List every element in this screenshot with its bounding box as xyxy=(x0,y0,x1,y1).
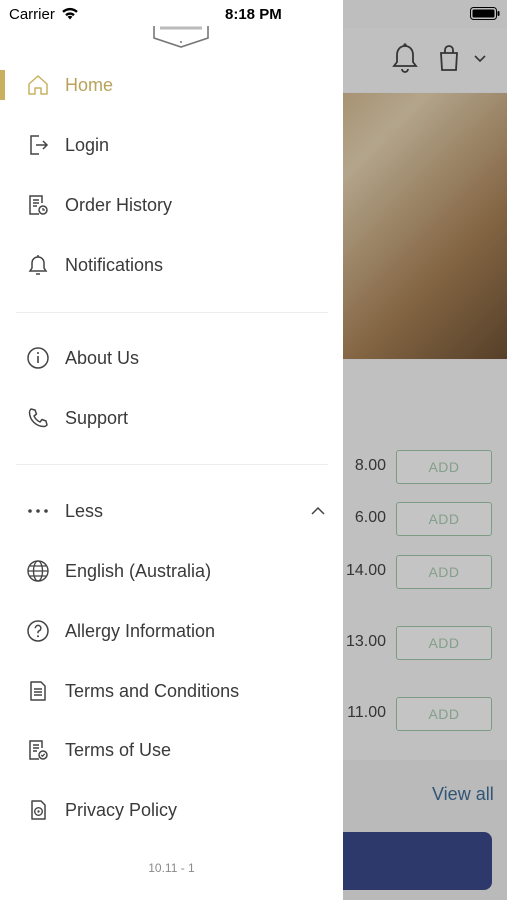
menu-item-home[interactable]: Home xyxy=(0,59,343,111)
order-history-icon xyxy=(25,192,51,218)
menu-item-notifications[interactable]: Notifications xyxy=(0,239,343,291)
menu-label: Home xyxy=(65,74,114,95)
bell-icon xyxy=(25,252,51,278)
menu-item-allergy[interactable]: Allergy Information xyxy=(0,605,343,657)
menu-item-about-us[interactable]: About Us xyxy=(0,332,343,384)
menu-label: Order History xyxy=(65,194,173,215)
menu-item-terms-of-use[interactable]: Terms of Use xyxy=(0,724,343,776)
menu-item-language[interactable]: English (Australia) xyxy=(0,545,343,597)
divider xyxy=(16,464,328,465)
menu-label: Allergy Information xyxy=(65,620,216,641)
home-icon xyxy=(25,72,51,98)
help-icon xyxy=(25,618,51,644)
battery-icon xyxy=(470,7,500,20)
menu-label: Less xyxy=(65,500,104,521)
chevron-up-icon xyxy=(311,506,325,515)
status-bar: Carrier 8:18 PM xyxy=(0,0,507,28)
menu-item-terms-conditions[interactable]: Terms and Conditions xyxy=(0,665,343,717)
app-version: 10.11 - 1 xyxy=(148,861,195,875)
menu-label: About Us xyxy=(65,347,140,368)
document-check-icon xyxy=(25,737,51,763)
navigation-drawer: Home Login Order History Notifications A… xyxy=(0,0,343,900)
more-icon xyxy=(25,498,51,524)
privacy-icon xyxy=(25,797,51,823)
phone-icon xyxy=(25,405,51,431)
divider xyxy=(16,312,328,313)
menu-label: English (Australia) xyxy=(65,560,212,581)
wifi-icon xyxy=(62,7,78,20)
menu-item-privacy-policy[interactable]: Privacy Policy xyxy=(0,784,343,836)
document-icon xyxy=(25,678,51,704)
carrier-label: Carrier xyxy=(9,6,55,23)
menu-item-support[interactable]: Support xyxy=(0,392,343,444)
menu-item-order-history[interactable]: Order History xyxy=(0,179,343,231)
menu-item-login[interactable]: Login xyxy=(0,119,343,171)
menu-item-less[interactable]: Less xyxy=(0,485,343,537)
clock: 8:18 PM xyxy=(225,6,282,23)
menu-label: Login xyxy=(65,134,110,155)
menu-label: Terms and Conditions xyxy=(65,680,240,701)
globe-icon xyxy=(25,558,51,584)
info-icon xyxy=(25,345,51,371)
menu-label: Notifications xyxy=(65,254,164,275)
menu-label: Support xyxy=(65,407,129,428)
menu-label: Terms of Use xyxy=(65,739,172,760)
login-icon xyxy=(25,132,51,158)
menu-label: Privacy Policy xyxy=(65,799,178,820)
